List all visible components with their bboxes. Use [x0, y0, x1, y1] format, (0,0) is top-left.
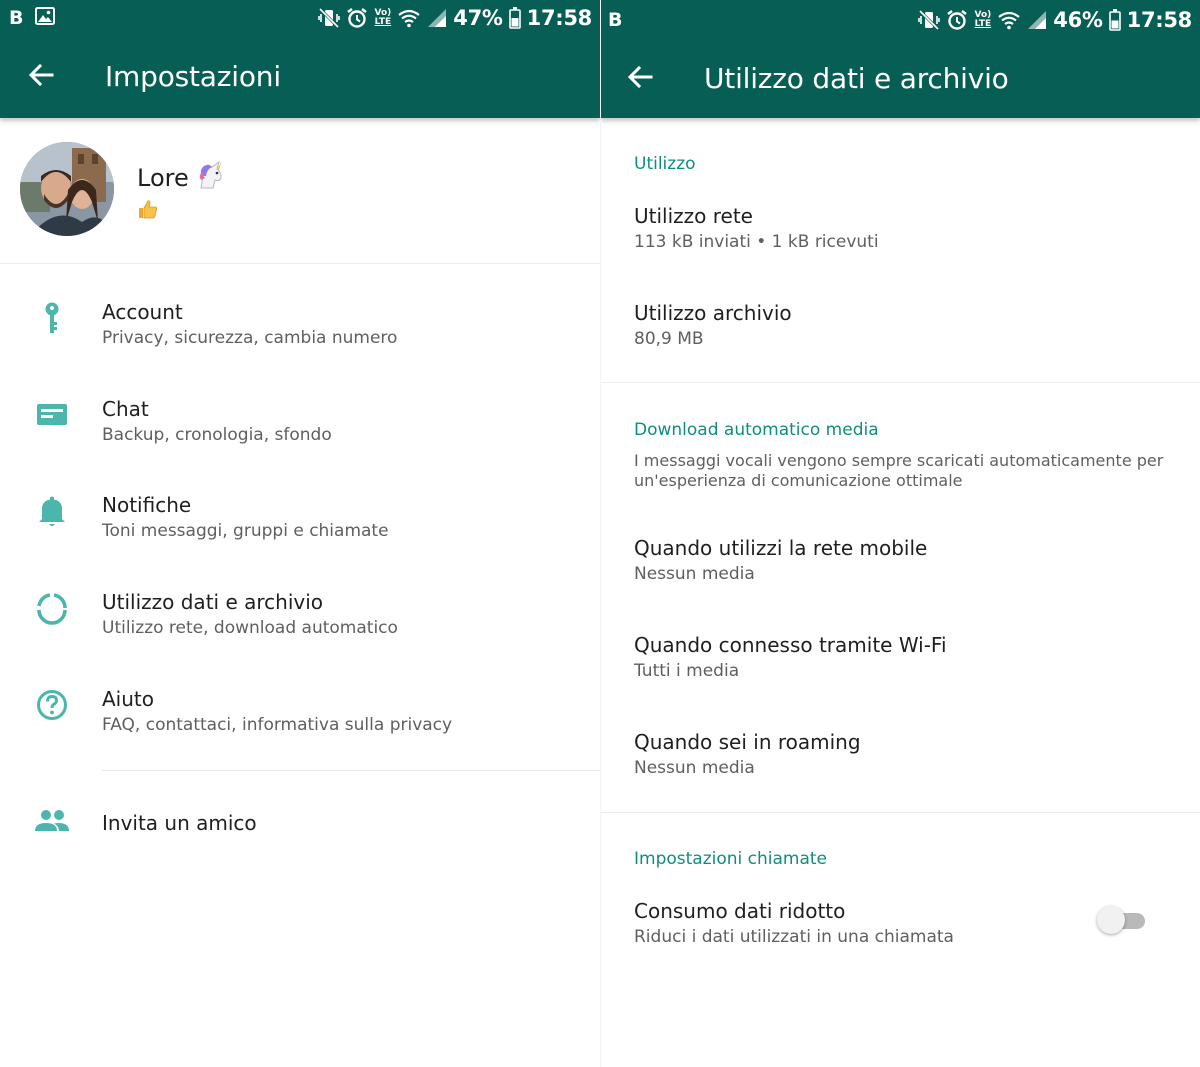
back-button[interactable]: [22, 58, 60, 96]
setting-subtitle: Riduci i dati utilizzati in una chiamata: [634, 927, 954, 947]
carrier-letter: B: [608, 9, 623, 31]
alarm-icon: [946, 9, 968, 31]
menu-item-chat[interactable]: Chat Backup, cronologia, sfondo: [0, 375, 600, 471]
back-button[interactable]: [621, 60, 659, 98]
help-icon: [32, 685, 72, 730]
arrow-back-icon: [28, 62, 54, 93]
menu-item-title: Chat: [102, 397, 149, 421]
unicorn-icon: [195, 160, 225, 196]
setting-title: Utilizzo rete: [634, 204, 753, 228]
page-title: Impostazioni: [105, 60, 281, 93]
menu-item-subtitle: Backup, cronologia, sfondo: [102, 425, 332, 445]
mobile-download-item[interactable]: Quando utilizzi la rete mobile Nessun me…: [601, 536, 1200, 618]
wifi-download-item[interactable]: Quando connesso tramite Wi-Fi Tutti i me…: [601, 633, 1200, 715]
profile-name: Lore: [137, 164, 189, 192]
key-icon: [32, 298, 72, 343]
avatar[interactable]: [20, 142, 114, 236]
setting-subtitle: Nessun media: [634, 564, 755, 584]
battery-percent: 47%: [453, 6, 503, 30]
setting-title: Utilizzo archivio: [634, 301, 792, 325]
alarm-icon: [346, 7, 368, 29]
page-title: Utilizzo dati e archivio: [704, 62, 1009, 95]
vibrate-mute-icon: [918, 9, 941, 31]
menu-item-help[interactable]: Aiuto FAQ, contattaci, informativa sulla…: [0, 665, 600, 761]
low-data-toggle[interactable]: [1097, 903, 1149, 937]
menu-item-title: Aiuto: [102, 687, 154, 711]
menu-item-subtitle: Privacy, sicurezza, cambia numero: [102, 328, 398, 348]
status-bar: B Vo) LTE 46% 17:58: [601, 0, 1200, 36]
divider: [601, 382, 1200, 383]
network-usage-item[interactable]: Utilizzo rete 113 kB inviati • 1 kB rice…: [601, 204, 1200, 286]
auto-download-hint: I messaggi vocali vengono sempre scarica…: [634, 451, 1164, 490]
menu-item-subtitle: FAQ, contattaci, informativa sulla priva…: [102, 715, 453, 735]
app-bar: Impostazioni: [0, 36, 600, 118]
bell-icon: [32, 491, 72, 536]
arrow-back-icon: [627, 64, 653, 95]
data-usage-icon: [32, 588, 72, 633]
status-bar: B Vo) LTE 47% 17:58: [0, 0, 600, 36]
data-storage-screen: B Vo) LTE 46% 17:58 Utilizzo dati e arch…: [600, 0, 1200, 1067]
settings-screen: B Vo) LTE 47% 17:58 Impostazioni Lore Ac…: [0, 0, 600, 1067]
wifi-icon: [397, 8, 421, 28]
menu-item-title: Notifiche: [102, 493, 192, 517]
volte-icon: Vo) LTE: [374, 8, 392, 27]
menu-item-title: Invita un amico: [102, 811, 257, 835]
menu-item-subtitle: Toni messaggi, gruppi e chiamate: [102, 521, 389, 541]
signal-icon: [1027, 10, 1047, 30]
battery-icon: [1108, 9, 1121, 31]
wifi-icon: [997, 10, 1021, 30]
setting-subtitle: Nessun media: [634, 758, 755, 778]
menu-item-title: Utilizzo dati e archivio: [102, 590, 324, 614]
menu-item-title: Account: [102, 300, 183, 324]
menu-item-notifications[interactable]: Notifiche Toni messaggi, gruppi e chiama…: [0, 471, 600, 567]
profile-row[interactable]: Lore: [0, 118, 600, 264]
divider: [102, 770, 600, 771]
storage-usage-item[interactable]: Utilizzo archivio 80,9 MB: [601, 301, 1200, 383]
people-icon: [32, 801, 72, 846]
setting-title: Quando utilizzi la rete mobile: [634, 536, 928, 560]
volte-icon: Vo) LTE: [974, 10, 992, 29]
thumbs-up-icon: [137, 198, 159, 220]
toggle-thumb: [1097, 906, 1125, 934]
gallery-icon: [35, 6, 56, 30]
carrier-letter: B: [9, 7, 24, 29]
section-header-calls: Impostazioni chiamate: [634, 849, 828, 869]
clock: 17:58: [526, 6, 593, 30]
menu-item-subtitle: Utilizzo rete, download automatico: [102, 618, 398, 638]
setting-subtitle: 80,9 MB: [634, 329, 704, 349]
setting-subtitle: Tutti i media: [634, 661, 740, 681]
roaming-download-item[interactable]: Quando sei in roaming Nessun media: [601, 730, 1200, 812]
menu-item-invite-friend[interactable]: Invita un amico: [0, 787, 600, 859]
clock: 17:58: [1126, 8, 1193, 32]
chat-icon: [32, 395, 72, 440]
signal-icon: [427, 8, 447, 28]
app-bar: Utilizzo dati e archivio: [601, 36, 1200, 118]
vibrate-mute-icon: [318, 7, 341, 29]
battery-icon: [508, 7, 521, 29]
setting-title: Consumo dati ridotto: [634, 899, 846, 923]
battery-percent: 46%: [1053, 8, 1103, 32]
divider: [601, 812, 1200, 813]
setting-subtitle: 113 kB inviati • 1 kB ricevuti: [634, 232, 879, 252]
setting-title: Quando connesso tramite Wi-Fi: [634, 633, 947, 657]
section-header-usage: Utilizzo: [634, 154, 696, 174]
section-header-auto-download: Download automatico media: [634, 420, 879, 440]
setting-title: Quando sei in roaming: [634, 730, 861, 754]
menu-item-account[interactable]: Account Privacy, sicurezza, cambia numer…: [0, 278, 600, 374]
menu-item-data-storage[interactable]: Utilizzo dati e archivio Utilizzo rete, …: [0, 568, 600, 664]
